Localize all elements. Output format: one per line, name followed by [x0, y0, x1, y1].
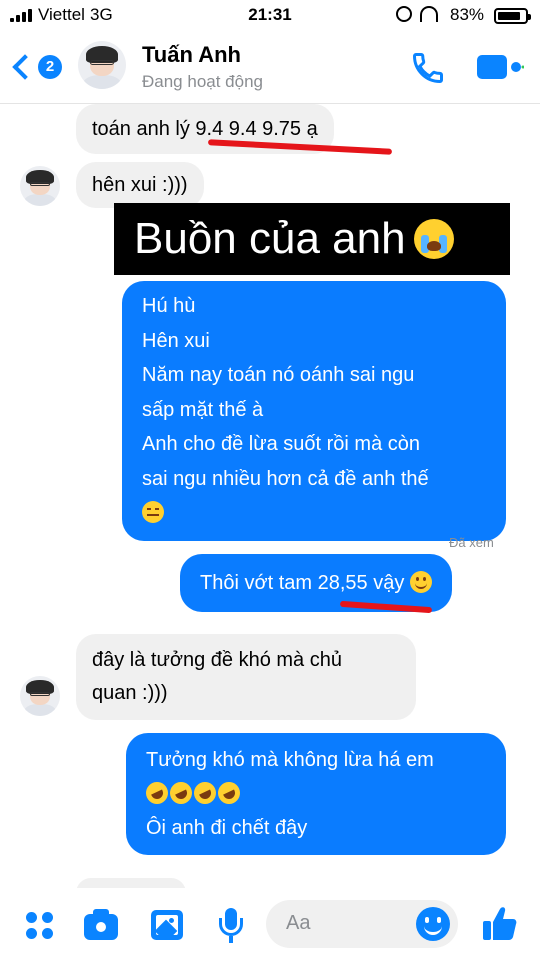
contact-avatar[interactable] — [78, 41, 126, 89]
message-outgoing[interactable]: Thôi vớt tam 28,55 vậy — [180, 554, 452, 612]
battery-icon — [494, 8, 531, 24]
conversation-header: 2 Tuấn Anh Đang hoạt động — [0, 32, 540, 104]
alarm-icon — [396, 6, 412, 22]
battery-percent: 83% — [450, 5, 485, 24]
expressionless-face-icon — [142, 501, 164, 523]
emoji-icon[interactable] — [416, 907, 450, 941]
message-line: Ôi anh đi chết đây — [146, 817, 308, 839]
contact-name[interactable]: Tuấn Anh — [142, 42, 241, 68]
thumbs-up-icon[interactable] — [480, 904, 520, 944]
message-input-placeholder: Aa — [286, 912, 311, 934]
message-line: quan :))) — [92, 682, 168, 704]
back-chevron-icon — [12, 54, 38, 80]
message-line: Hên xui — [142, 329, 210, 352]
microphone-icon[interactable] — [212, 906, 250, 944]
message-line: sai ngu nhiều hơn cả đề anh thế — [142, 467, 429, 490]
message-line: Tưởng khó mà không lừa há em — [146, 749, 434, 771]
crying-face-icon — [413, 219, 454, 259]
message-line: Anh cho đề lừa suốt rồi mà còn — [142, 433, 420, 455]
contact-status: Đang hoạt động — [142, 72, 263, 91]
rolling-on-floor-laughing-icon — [214, 778, 244, 808]
rolling-on-floor-laughing-icon — [142, 778, 172, 808]
message-line: đây là tưởng đề khó mà chủ — [92, 649, 342, 671]
headphones-icon — [420, 6, 438, 22]
message-line: Hú hù — [142, 295, 196, 317]
phone-icon[interactable] — [410, 50, 446, 86]
image-icon[interactable] — [148, 906, 186, 944]
message-incoming[interactable]: hên xui :))) — [76, 162, 204, 208]
message-outgoing[interactable]: Hú hù Hên xui Năm nay toán nó oánh sai n… — [122, 281, 506, 541]
message-line: sấp mặt thế à — [142, 398, 264, 421]
video-camera-icon[interactable] — [476, 52, 524, 82]
message-incoming[interactable]: đây là tưởng đề khó mà chủ quan :))) — [76, 634, 416, 720]
sender-avatar[interactable] — [20, 676, 60, 716]
message-text: Thôi vớt tam 28,55 vậy — [200, 572, 405, 594]
battery-level — [498, 12, 520, 20]
seen-receipt: Đã xem — [449, 535, 494, 550]
rolling-on-floor-laughing-icon — [166, 778, 196, 808]
sender-avatar[interactable] — [20, 166, 60, 206]
back-button[interactable]: 2 — [12, 48, 64, 86]
message-outgoing[interactable]: Tưởng khó mà không lừa há em Ôi anh đi c… — [126, 733, 506, 855]
camera-icon[interactable] — [82, 906, 120, 944]
composer-bar: Aa — [0, 888, 540, 960]
unread-count-badge: 2 — [38, 55, 62, 79]
emoji-row — [142, 777, 486, 811]
message-line: Năm nay toán nó oánh sai ngu — [142, 364, 415, 386]
status-bar: Viettel 3G 21:31 83% — [0, 0, 540, 32]
caption-overlay: Buồn của anh — [114, 203, 510, 275]
message-input[interactable]: Aa — [266, 900, 458, 948]
caption-text: Buồn của anh — [134, 214, 406, 263]
smiling-face-icon — [409, 571, 432, 593]
more-apps-icon[interactable] — [22, 906, 60, 944]
rolling-on-floor-laughing-icon — [190, 778, 220, 808]
